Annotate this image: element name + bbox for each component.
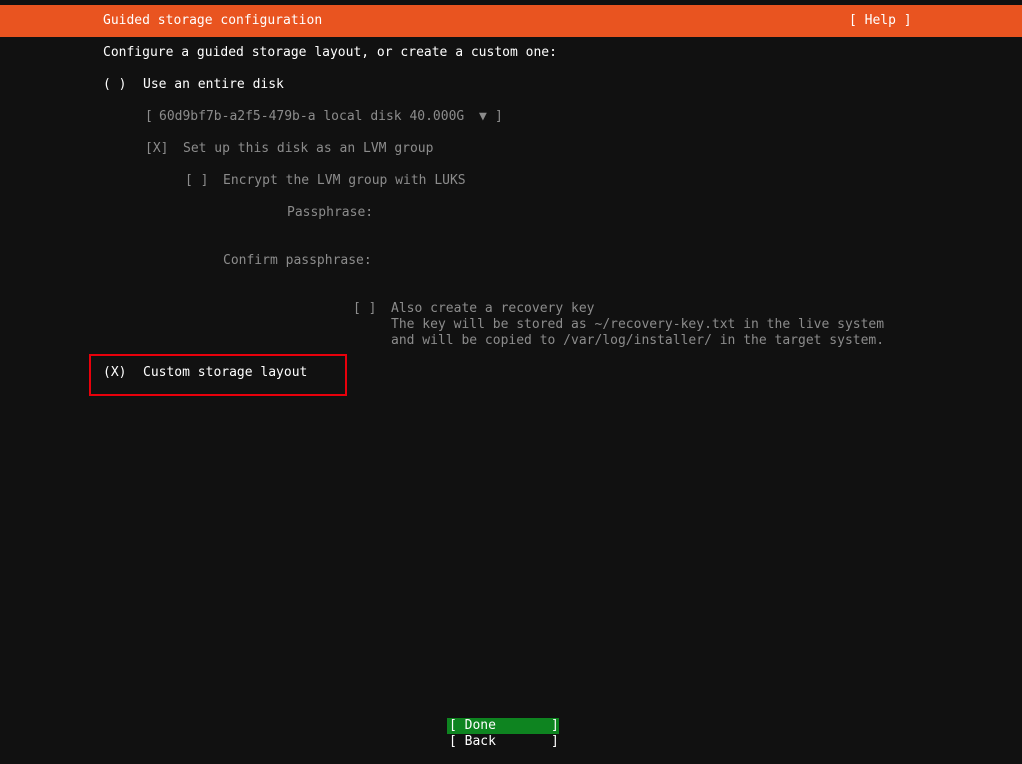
entire-disk-label: Use an entire disk [143, 77, 284, 92]
entire-disk-radio[interactable]: ( ) [103, 77, 126, 93]
help-button[interactable]: [ Help ] [849, 13, 912, 29]
lvm-label: Set up this disk as an LVM group [183, 141, 434, 156]
page-title: Guided storage configuration [103, 13, 323, 28]
confirm-passphrase-input[interactable] [391, 253, 791, 269]
recovery-key-help-1: The key will be stored as ~/recovery-key… [391, 317, 885, 332]
passphrase-input[interactable] [391, 205, 791, 221]
recovery-key-label: Also create a recovery key [391, 301, 595, 316]
recovery-key-checkbox[interactable]: [ ] [353, 301, 376, 317]
chevron-down-icon[interactable]: ▼ [479, 109, 487, 125]
disk-select-close: ] [495, 109, 503, 124]
done-button-close: ] [551, 718, 559, 733]
disk-select-open: [ [145, 109, 153, 124]
recovery-key-help-2: and will be copied to /var/log/installer… [391, 333, 885, 348]
custom-layout-label: Custom storage layout [143, 365, 308, 380]
disk-select-value[interactable]: 60d9bf7b-a2f5-479b-a local disk 40.000G [159, 109, 464, 125]
passphrase-label: Passphrase: [287, 205, 374, 220]
back-button-close: ] [551, 734, 559, 749]
custom-layout-radio[interactable]: (X) [103, 365, 126, 381]
back-button-label: [ Back [449, 734, 496, 749]
intro-text: Configure a guided storage layout, or cr… [103, 45, 557, 60]
done-button-label: [ Done [449, 718, 496, 733]
done-button[interactable]: [ Done ] [447, 718, 559, 734]
luks-checkbox[interactable]: [ ] [185, 173, 208, 189]
confirm-passphrase-label: Confirm passphrase: [223, 253, 372, 268]
lvm-checkbox[interactable]: [X] [145, 141, 168, 157]
back-button[interactable]: [ Back ] [447, 734, 559, 750]
luks-label: Encrypt the LVM group with LUKS [223, 173, 466, 188]
